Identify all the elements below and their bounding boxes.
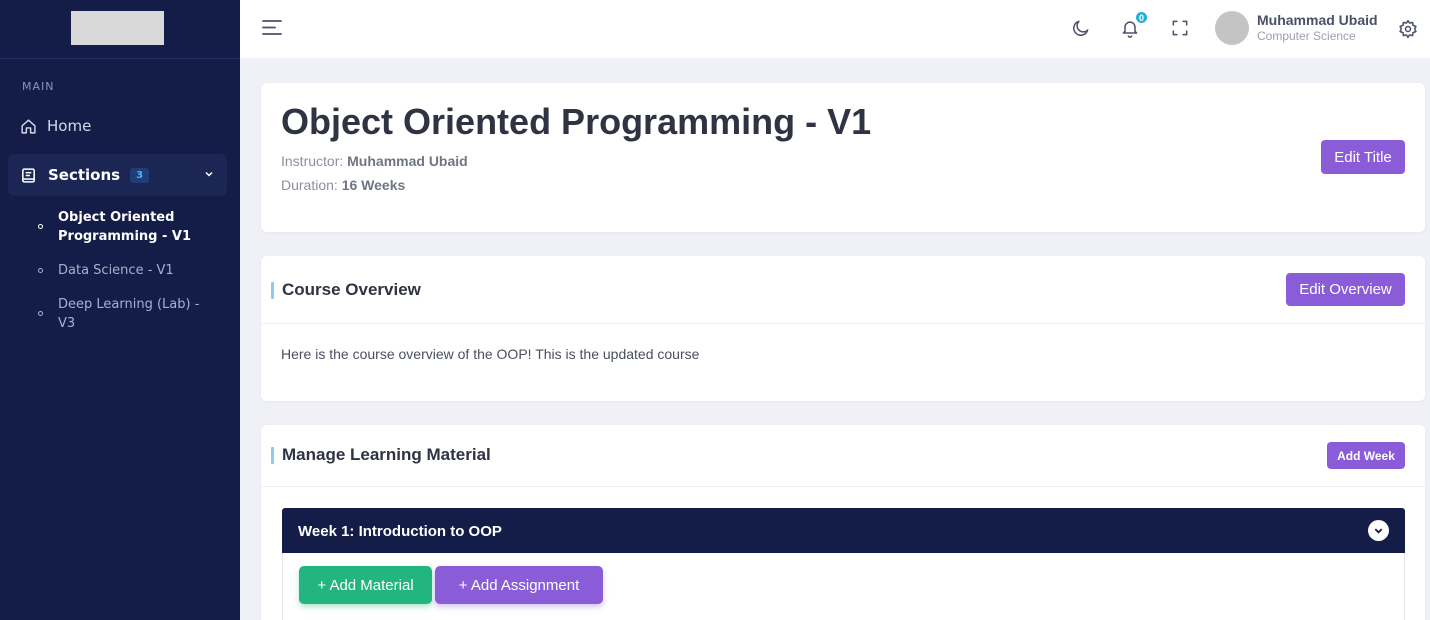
sidebar-heading: MAIN (22, 80, 55, 93)
learning-material-card: Manage Learning Material Add Week Week 1… (261, 425, 1425, 620)
material-heading: Manage Learning Material (271, 445, 491, 465)
sidebar-subitem-label: Data Science - V1 (58, 263, 174, 278)
avatar[interactable] (1215, 11, 1249, 45)
sections-count-badge: 3 (130, 167, 150, 183)
duration-line: Duration: 16 Weeks (281, 177, 405, 193)
edit-title-button[interactable]: Edit Title (1321, 140, 1405, 174)
logo[interactable] (71, 11, 164, 45)
book-icon (22, 167, 35, 183)
week-header[interactable]: Week 1: Introduction to OOP (282, 508, 1405, 553)
instructor-line: Instructor: Muhammad Ubaid (281, 153, 468, 169)
sidebar-item-label: Home (47, 117, 92, 135)
user-name[interactable]: Muhammad Ubaid (1257, 12, 1378, 28)
sidebar-divider (0, 58, 240, 59)
moon-icon[interactable] (1071, 18, 1091, 38)
card-divider (261, 323, 1425, 324)
sidebar-subitem-label: Object Oriented Programming - V1 (58, 210, 192, 244)
heading-accent (271, 281, 274, 299)
sidebar-item-home[interactable]: Home (8, 108, 227, 144)
overview-text: Here is the course overview of the OOP! … (281, 346, 700, 362)
week-toggle[interactable] (1368, 520, 1389, 541)
overview-heading: Course Overview (271, 280, 421, 300)
chevron-down-icon[interactable] (203, 168, 215, 180)
menu-icon[interactable] (262, 19, 282, 36)
course-title: Object Oriented Programming - V1 (281, 101, 872, 142)
sidebar: MAIN Home Sections 3 Object Oriented Pro… (0, 0, 240, 620)
add-assignment-button[interactable]: + Add Assignment (435, 566, 603, 604)
week-body: + Add Material + Add Assignment (282, 553, 1405, 620)
sidebar-item-sections[interactable]: Sections 3 (8, 154, 227, 196)
card-divider (261, 486, 1425, 487)
course-overview-card: Course Overview Edit Overview Here is th… (261, 256, 1425, 401)
home-icon (21, 118, 36, 134)
bullet-icon (38, 268, 43, 273)
edit-overview-button[interactable]: Edit Overview (1286, 273, 1405, 306)
add-week-button[interactable]: Add Week (1327, 442, 1405, 469)
instructor-name: Muhammad Ubaid (347, 153, 468, 169)
material-heading-text: Manage Learning Material (282, 445, 491, 464)
add-material-button[interactable]: + Add Material (299, 566, 432, 604)
sidebar-subitem-data-science[interactable]: Data Science - V1 (38, 261, 220, 280)
week-title: Week 1: Introduction to OOP (298, 523, 502, 540)
sidebar-subitem-deep-learning[interactable]: Deep Learning (Lab) - V3 (38, 295, 220, 333)
sidebar-subitem-label: Deep Learning (Lab) - V3 (58, 297, 200, 331)
overview-heading-text: Course Overview (282, 280, 421, 299)
gear-icon[interactable] (1398, 19, 1418, 39)
heading-accent (271, 446, 274, 464)
fullscreen-icon[interactable] (1170, 18, 1190, 38)
duration-label: Duration: (281, 177, 338, 193)
sidebar-subitem-oop[interactable]: Object Oriented Programming - V1 (38, 208, 220, 246)
duration-value: 16 Weeks (341, 177, 406, 193)
chevron-down-icon (1374, 528, 1383, 534)
bullet-icon (38, 224, 43, 229)
bullet-icon (38, 311, 43, 316)
top-bar: 0 Muhammad Ubaid Computer Science (240, 0, 1430, 58)
user-role: Computer Science (1257, 29, 1356, 43)
sidebar-item-label: Sections (48, 166, 121, 184)
instructor-label: Instructor: (281, 153, 344, 169)
course-info-card: Object Oriented Programming - V1 Instruc… (261, 83, 1425, 232)
notification-count-badge: 0 (1134, 10, 1149, 25)
